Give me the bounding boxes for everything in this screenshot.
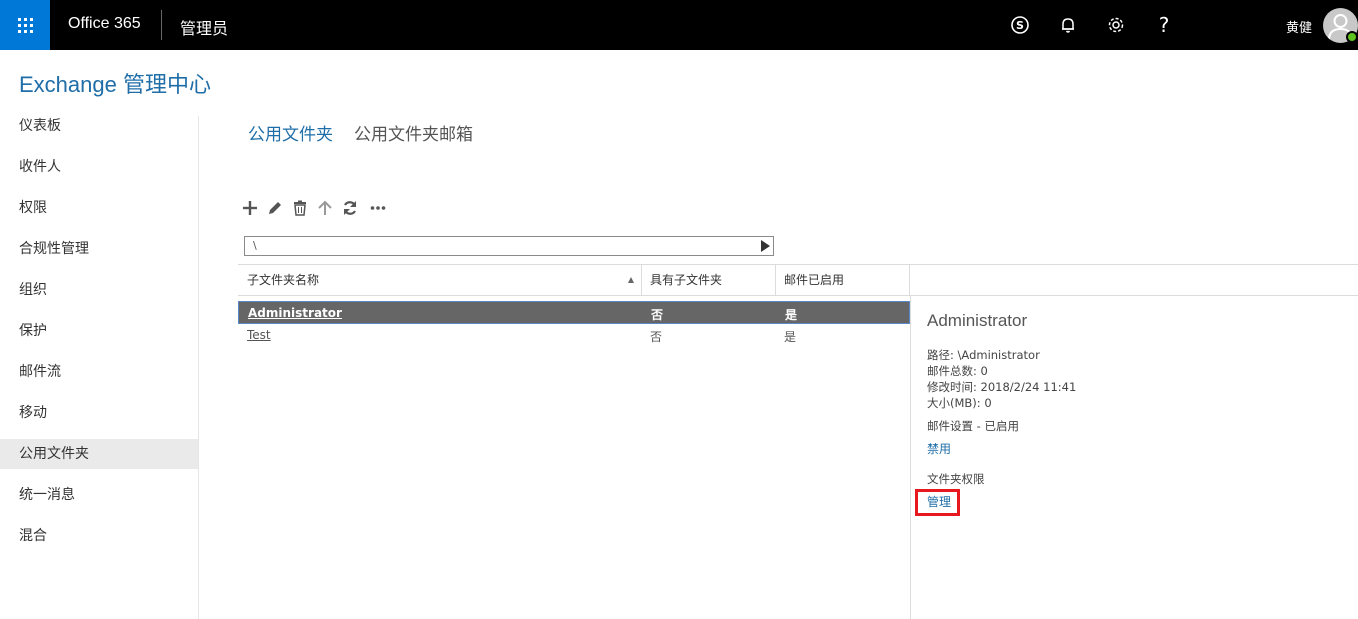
tab-public-folder-mailboxes[interactable]: 公用文件夹邮箱 xyxy=(354,120,473,145)
sidebar-item-recipients[interactable]: 收件人 xyxy=(0,152,198,182)
app-launcher-icon xyxy=(17,17,33,33)
row-name[interactable]: Test xyxy=(247,328,271,342)
table-header-border xyxy=(238,295,1358,296)
sidebar-divider xyxy=(198,116,199,619)
sidebar-item-permissions[interactable]: 权限 xyxy=(0,193,198,223)
folder-path-value: \ xyxy=(253,239,257,252)
gear-icon xyxy=(1108,17,1124,33)
edit-button[interactable] xyxy=(266,199,284,217)
more-icon xyxy=(370,206,386,210)
add-icon xyxy=(243,201,257,215)
details-title: Administrator xyxy=(927,311,1028,330)
sidebar-item-unified-messaging[interactable]: 统一消息 xyxy=(0,480,198,510)
up-arrow-icon xyxy=(318,200,332,215)
column-header-has-subfolders[interactable]: 具有子文件夹 xyxy=(641,265,775,295)
disable-mail-link[interactable]: 禁用 xyxy=(927,440,951,457)
column-header-mail-enabled[interactable]: 邮件已启用 xyxy=(775,265,909,295)
manage-link-highlight xyxy=(915,489,960,516)
sidebar-item-mail-flow[interactable]: 邮件流 xyxy=(0,357,198,387)
details-size: 大小(MB): 0 xyxy=(927,396,992,410)
sidebar-item-compliance[interactable]: 合规性管理 xyxy=(0,234,198,264)
delete-button[interactable] xyxy=(291,199,309,217)
refresh-icon xyxy=(343,201,357,215)
sidebar-item-protection[interactable]: 保护 xyxy=(0,316,198,346)
row-name[interactable]: Administrator xyxy=(248,306,342,320)
details-folder-permissions: 文件夹权限 xyxy=(927,472,985,486)
top-bar: Office 365 管理员 S ? 黄健 xyxy=(0,0,1358,50)
svg-text:S: S xyxy=(1016,19,1024,32)
skype-button[interactable]: S xyxy=(1008,13,1032,37)
tab-public-folders[interactable]: 公用文件夹 xyxy=(248,120,333,145)
move-up-button[interactable] xyxy=(316,199,334,217)
row-has-subfolders: 否 xyxy=(650,330,663,344)
details-total-items: 邮件总数: 0 xyxy=(927,364,988,378)
notifications-button[interactable] xyxy=(1056,13,1080,37)
help-icon: ? xyxy=(1158,13,1170,37)
column-header-name[interactable]: 子文件夹名称 xyxy=(238,265,641,295)
edit-icon xyxy=(269,202,281,214)
sidebar-item-organization[interactable]: 组织 xyxy=(0,275,198,305)
help-button[interactable]: ? xyxy=(1152,13,1176,37)
table-row[interactable]: Test 否 是 xyxy=(238,324,910,347)
sidebar-item-dashboard[interactable]: 仪表板 xyxy=(0,111,198,141)
row-mail-enabled: 是 xyxy=(784,330,797,344)
details-divider xyxy=(910,296,911,619)
brand-link[interactable]: Office 365 xyxy=(68,15,141,33)
play-icon[interactable] xyxy=(761,240,770,252)
details-mail-settings: 邮件设置 - 已启用 xyxy=(927,419,1019,433)
folder-path-input[interactable]: \ xyxy=(244,236,774,256)
table-row[interactable]: Administrator 否 是 xyxy=(238,301,910,324)
topbar-divider xyxy=(161,10,162,40)
bell-icon xyxy=(1062,18,1074,33)
row-has-subfolders: 否 xyxy=(651,308,664,322)
details-path: 路径: \Administrator xyxy=(927,348,1040,362)
sidebar-item-mobile[interactable]: 移动 xyxy=(0,398,198,428)
sort-ascending-icon xyxy=(628,277,634,283)
details-modified: 修改时间: 2018/2/24 11:41 xyxy=(927,380,1077,394)
delete-icon xyxy=(294,200,306,216)
refresh-button[interactable] xyxy=(341,199,359,217)
skype-icon: S xyxy=(1011,16,1029,34)
page-title: Exchange 管理中心 xyxy=(19,72,211,97)
sidebar-item-hybrid[interactable]: 混合 xyxy=(0,521,198,551)
app-name[interactable]: 管理员 xyxy=(180,15,228,39)
add-button[interactable] xyxy=(241,199,259,217)
presence-status-icon xyxy=(1346,31,1358,43)
sidebar-item-public-folders[interactable]: 公用文件夹 xyxy=(0,439,198,469)
more-button[interactable] xyxy=(369,199,387,217)
sidebar: 仪表板 收件人 权限 合规性管理 组织 保护 邮件流 移动 公用文件夹 统一消息… xyxy=(0,111,198,562)
app-launcher-button[interactable] xyxy=(0,0,50,50)
row-mail-enabled: 是 xyxy=(785,308,798,322)
column-separator xyxy=(909,265,910,295)
user-name[interactable]: 黄健 xyxy=(1286,17,1312,36)
settings-button[interactable] xyxy=(1104,13,1128,37)
